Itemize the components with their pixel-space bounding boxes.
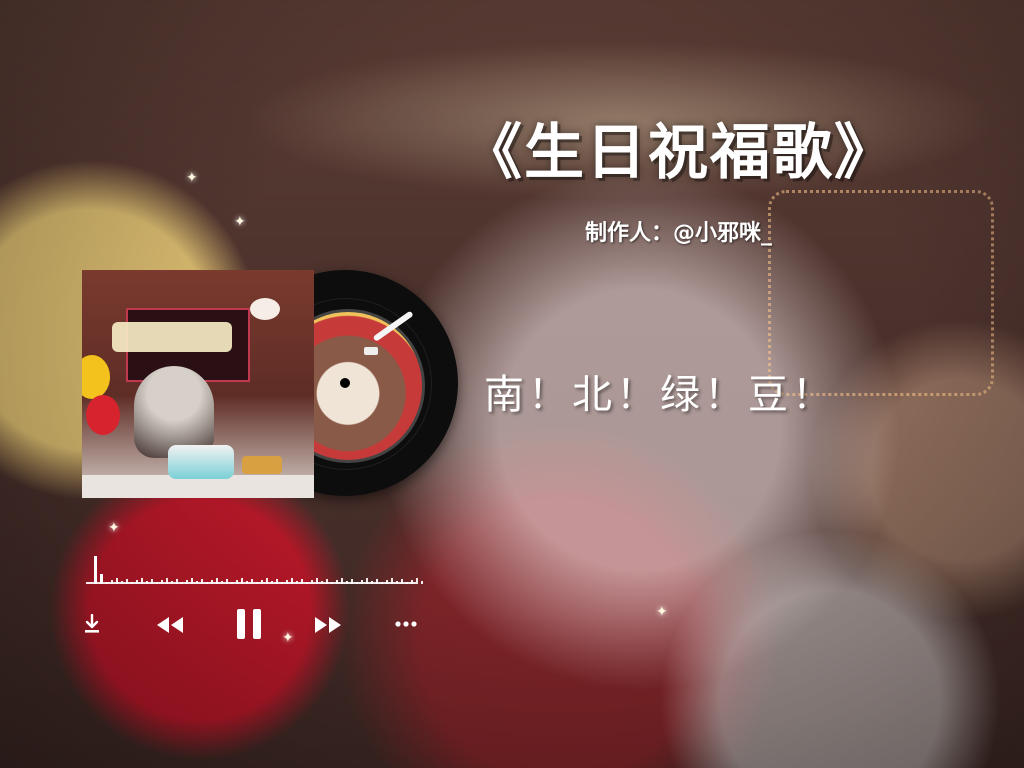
waveform-bar	[226, 579, 228, 584]
next-icon	[315, 617, 341, 633]
sparkle-icon: ✦	[656, 604, 668, 620]
waveform-bar	[311, 580, 313, 584]
waveform-bar	[151, 579, 153, 584]
waveform-bar	[131, 582, 133, 584]
waveform-peak	[100, 574, 103, 584]
waveform-bar	[216, 578, 218, 584]
sparkle-icon: ✦	[108, 520, 120, 536]
previous-button[interactable]	[152, 612, 188, 638]
cover-balloon-red	[86, 395, 120, 435]
sparkle-icon: ✦	[186, 170, 198, 186]
tonearm-head	[364, 347, 378, 355]
waveform-bar	[376, 579, 378, 584]
waveform-bar	[266, 578, 268, 584]
waveform-bar	[306, 582, 308, 584]
waveform-bar	[241, 578, 243, 584]
cover-decoration	[250, 298, 280, 320]
waveform-bar	[111, 580, 113, 584]
more-icon	[395, 621, 417, 627]
waveform-bar	[161, 580, 163, 584]
waveform-bar	[416, 578, 418, 584]
waveform-bar	[246, 581, 248, 584]
waveform-bar	[321, 581, 323, 584]
sparkle-icon: ✦	[234, 214, 246, 230]
lyric-line: 南！北！绿！豆！	[484, 372, 836, 418]
waveform-bar	[401, 579, 403, 584]
waveform-bar	[171, 581, 173, 584]
waveform-bar	[251, 579, 253, 584]
album-cover	[82, 270, 314, 498]
waveform-bar	[116, 578, 118, 584]
waveform-bar	[351, 579, 353, 584]
waveform-bar	[181, 582, 183, 584]
cover-balloon-yellow	[82, 355, 110, 399]
waveform-bar	[301, 579, 303, 584]
waveform-bar	[236, 580, 238, 584]
waveform-bar	[381, 582, 383, 584]
waveform-bar	[211, 580, 213, 584]
waveform-bar	[201, 579, 203, 584]
waveform-bar	[106, 582, 108, 584]
vinyl-spindle-hole	[340, 378, 350, 388]
waveform-bar	[411, 580, 413, 584]
waveform-bar	[326, 579, 328, 584]
waveform-bar	[206, 582, 208, 584]
waveform-bar	[366, 578, 368, 584]
waveform-bar	[186, 580, 188, 584]
cover-cake	[168, 445, 234, 479]
download-icon	[85, 614, 99, 633]
cover-birthday-sign	[112, 322, 232, 352]
waveform-bar	[231, 582, 233, 584]
waveform-bar	[286, 580, 288, 584]
waveform-bar	[136, 580, 138, 584]
waveform-bar	[396, 581, 398, 584]
waveform-bar	[121, 581, 123, 584]
waveform-bar	[176, 579, 178, 584]
waveform-bar	[196, 581, 198, 584]
producer-credit: 制作人：@小邪咪_	[585, 221, 773, 246]
waveform-bar	[291, 578, 293, 584]
waveform-bar	[391, 578, 393, 584]
cover-toy-car	[242, 456, 282, 474]
sparkle-icon: ✦	[282, 630, 294, 646]
audio-waveform[interactable]	[86, 552, 423, 586]
waveform-bar	[361, 580, 363, 584]
waveform-bar	[256, 582, 258, 584]
waveform-bar	[146, 581, 148, 584]
pause-button[interactable]	[232, 604, 266, 644]
waveform-bar	[166, 578, 168, 584]
waveform-bar	[406, 582, 408, 584]
previous-icon	[157, 617, 183, 633]
download-button[interactable]	[82, 612, 102, 636]
waveform-bar	[356, 582, 358, 584]
waveform-bar	[221, 581, 223, 584]
next-button[interactable]	[310, 612, 346, 638]
more-options-button[interactable]	[392, 614, 420, 634]
song-title: 《生日祝福歌》	[462, 118, 896, 188]
waveform-bar	[126, 579, 128, 584]
waveform-bar	[316, 578, 318, 584]
waveform-bar	[341, 578, 343, 584]
waveform-bar	[371, 581, 373, 584]
waveform-bar	[331, 582, 333, 584]
waveform-bar	[281, 582, 283, 584]
waveform-bar	[296, 581, 298, 584]
waveform-bar	[261, 580, 263, 584]
waveform-bar	[156, 582, 158, 584]
waveform-peak	[94, 556, 97, 584]
waveform-bar	[141, 578, 143, 584]
waveform-bar	[421, 581, 423, 584]
waveform-bar	[191, 578, 193, 584]
waveform-bar	[336, 580, 338, 584]
waveform-bar	[271, 581, 273, 584]
waveform-bar	[386, 580, 388, 584]
waveform-bar	[276, 579, 278, 584]
waveform-bar	[346, 581, 348, 584]
pause-icon	[237, 609, 261, 639]
